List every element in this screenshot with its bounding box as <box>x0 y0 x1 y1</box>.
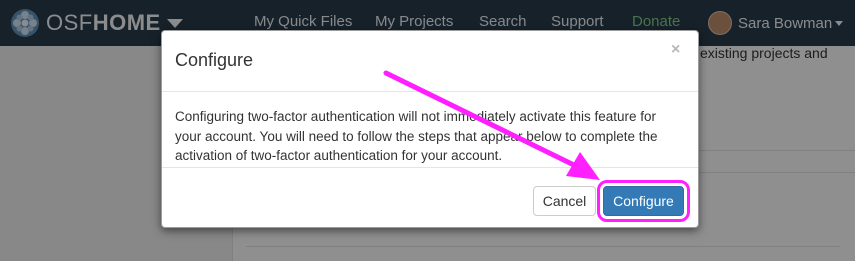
cancel-button[interactable]: Cancel <box>533 186 596 216</box>
configure-button[interactable]: Configure <box>597 180 690 222</box>
modal-body-text: Configuring two-factor authentication wi… <box>175 109 658 163</box>
modal-title: Configure <box>175 50 254 70</box>
modal-footer: Cancel Configure <box>162 167 698 228</box>
close-icon[interactable]: × <box>671 41 680 59</box>
modal-header: Configure × <box>162 31 698 92</box>
configure-modal: Configure × Configuring two-factor authe… <box>161 30 699 228</box>
